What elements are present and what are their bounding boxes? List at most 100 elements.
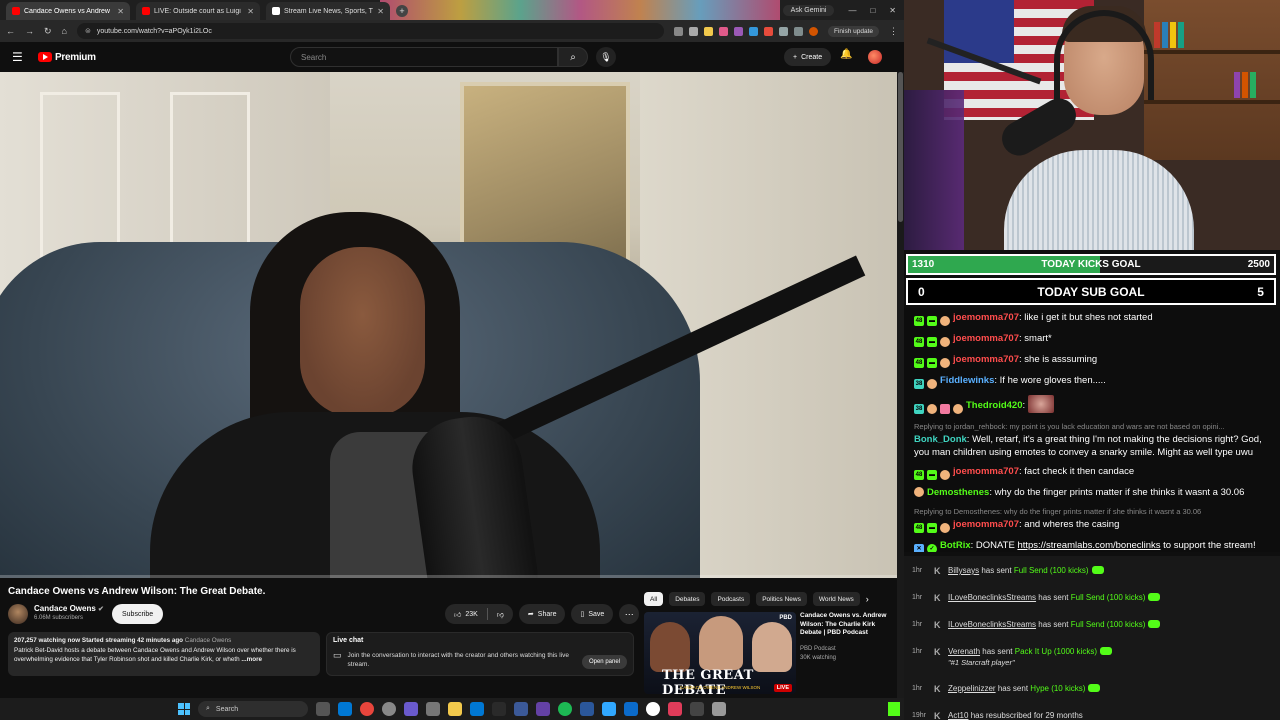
- browser-tab[interactable]: Stream Live News, Sports, T ✕: [266, 2, 390, 20]
- hamburger-menu-icon[interactable]: ☰: [12, 50, 28, 64]
- minimize-icon[interactable]: —: [848, 6, 856, 15]
- extension-icon[interactable]: [763, 26, 773, 36]
- open-panel-button[interactable]: Open panel: [581, 655, 627, 669]
- maximize-icon[interactable]: □: [870, 6, 875, 15]
- event-username[interactable]: Zeppelinizzer: [948, 684, 996, 693]
- subscribe-button[interactable]: Subscribe: [112, 604, 164, 624]
- chat-username[interactable]: joemomma707: [953, 354, 1019, 365]
- home-icon[interactable]: ⌂: [62, 26, 67, 36]
- notifications-bell-icon[interactable]: 🔔: [840, 49, 852, 60]
- app-icon[interactable]: [646, 702, 660, 716]
- event-username[interactable]: Verenath: [948, 647, 980, 656]
- extension-icon[interactable]: [733, 26, 743, 36]
- filter-chip[interactable]: World News: [812, 592, 860, 606]
- filter-chip[interactable]: Podcasts: [711, 592, 751, 606]
- back-icon[interactable]: ←: [6, 26, 15, 36]
- recommended-thumbnail[interactable]: THE GREAT DEBATE CANDACE OWENS ANDREW WI…: [644, 612, 796, 694]
- search-input[interactable]: Search: [290, 47, 558, 67]
- share-button[interactable]: ➦ Share: [518, 604, 566, 624]
- spotify-icon[interactable]: [558, 702, 572, 716]
- store-icon[interactable]: [470, 702, 484, 716]
- app-icon[interactable]: [690, 702, 704, 716]
- youtube-logo[interactable]: Premium: [38, 52, 96, 63]
- close-tab-icon[interactable]: ✕: [117, 7, 124, 16]
- video-progress-bar[interactable]: [0, 575, 898, 578]
- chat-link[interactable]: https://streamlabs.com/boneclinks: [1017, 540, 1160, 551]
- dislike-button[interactable]: 👎︎: [488, 604, 513, 624]
- reply-context[interactable]: Replying to Demosthenes: why do the fing…: [914, 505, 1270, 518]
- search-icon[interactable]: ⌕: [558, 47, 588, 67]
- chat-username[interactable]: BotRix: [940, 540, 971, 551]
- app-icon[interactable]: [580, 702, 594, 716]
- browser-tab[interactable]: LIVE: Outside court as Luigi M ✕: [136, 2, 260, 20]
- cast-icon[interactable]: [673, 26, 683, 36]
- show-more-link[interactable]: ...more: [241, 656, 262, 663]
- event-username[interactable]: Billysays: [948, 566, 979, 575]
- file-explorer-icon[interactable]: [448, 702, 462, 716]
- task-view-icon[interactable]: [316, 702, 330, 716]
- microphone-icon[interactable]: 🎙: [596, 47, 616, 67]
- star-icon[interactable]: [688, 26, 698, 36]
- app-icon[interactable]: [712, 702, 726, 716]
- filter-chip[interactable]: Debates: [669, 592, 706, 606]
- app-icon[interactable]: [382, 702, 396, 716]
- browser-tab[interactable]: Candace Owens vs Andrew ✕: [6, 2, 130, 20]
- extension-icon[interactable]: [703, 26, 713, 36]
- kebab-menu-icon[interactable]: ⋮: [889, 26, 898, 37]
- chat-username[interactable]: joemomma707: [953, 519, 1019, 530]
- channel-avatar[interactable]: [8, 604, 28, 624]
- description-box[interactable]: 207,257 watching now Started streaming 4…: [8, 632, 320, 676]
- app-icon[interactable]: [404, 702, 418, 716]
- filter-chip[interactable]: Politics News: [756, 592, 807, 606]
- channel-name-wrap[interactable]: Candace Owens ✔: [34, 604, 104, 613]
- app-icon[interactable]: [426, 702, 440, 716]
- reload-icon[interactable]: ↻: [44, 26, 52, 37]
- chat-username[interactable]: joemomma707: [953, 312, 1019, 323]
- puzzle-icon[interactable]: [778, 26, 788, 36]
- filter-chip[interactable]: All: [644, 592, 664, 606]
- downloads-icon[interactable]: [793, 26, 803, 36]
- new-tab-button[interactable]: +: [396, 5, 408, 17]
- chat-username[interactable]: Demosthenes: [927, 487, 989, 498]
- chat-username[interactable]: Fiddlewinks: [940, 375, 994, 386]
- account-avatar[interactable]: [868, 50, 882, 64]
- premiere-icon[interactable]: [602, 702, 616, 716]
- recommended-title[interactable]: Candace Owens vs. Andrew Wilson: The Cha…: [800, 612, 892, 638]
- page-scrollbar[interactable]: [897, 72, 904, 698]
- like-button[interactable]: 👍︎ 23K: [445, 604, 487, 624]
- forward-icon[interactable]: →: [25, 26, 34, 36]
- app-icon[interactable]: [514, 702, 528, 716]
- chrome-icon[interactable]: [360, 702, 374, 716]
- chevron-right-icon[interactable]: ›: [866, 594, 869, 604]
- site-info-icon[interactable]: ⊜: [85, 27, 91, 35]
- url-field[interactable]: ⊜ youtube.com/watch?v=aPOyk1i2LOc: [76, 23, 664, 39]
- chat-username[interactable]: joemomma707: [953, 333, 1019, 344]
- finish-update-button[interactable]: Finish update: [827, 25, 879, 37]
- chat-username[interactable]: Thedroid420: [966, 400, 1023, 411]
- kick-app-icon[interactable]: [888, 702, 900, 716]
- event-username[interactable]: ILoveBoneclinksStreams: [948, 593, 1036, 602]
- video-player[interactable]: [0, 72, 898, 578]
- taskbar-search[interactable]: ⌕ Search: [198, 701, 308, 717]
- close-tab-icon[interactable]: ✕: [247, 7, 254, 16]
- scrollbar-thumb[interactable]: [898, 72, 903, 222]
- ask-gemini-button[interactable]: Ask Gemini: [782, 4, 835, 16]
- app-icon[interactable]: [668, 702, 682, 716]
- chat-username[interactable]: Bonk_Donk: [914, 434, 967, 445]
- extension-icon[interactable]: [748, 26, 758, 36]
- close-tab-icon[interactable]: ✕: [377, 7, 384, 16]
- app-icon[interactable]: [492, 702, 506, 716]
- windows-start-icon[interactable]: [178, 703, 190, 715]
- extension-icon[interactable]: [718, 26, 728, 36]
- reply-context[interactable]: Replying to jordan_rehbock: my point is …: [914, 420, 1270, 433]
- create-button[interactable]: + Create: [784, 48, 832, 66]
- close-window-icon[interactable]: ✕: [889, 6, 896, 15]
- recommended-video[interactable]: THE GREAT DEBATE CANDACE OWENS ANDREW WI…: [644, 612, 896, 694]
- app-icon[interactable]: [624, 702, 638, 716]
- event-username[interactable]: ILoveBoneclinksStreams: [948, 620, 1036, 629]
- app-icon[interactable]: [536, 702, 550, 716]
- save-button[interactable]: ▯ Save: [571, 604, 614, 624]
- recommended-channel[interactable]: PBD Podcast: [800, 646, 836, 652]
- chat-username[interactable]: joemomma707: [953, 466, 1019, 477]
- edge-icon[interactable]: [338, 702, 352, 716]
